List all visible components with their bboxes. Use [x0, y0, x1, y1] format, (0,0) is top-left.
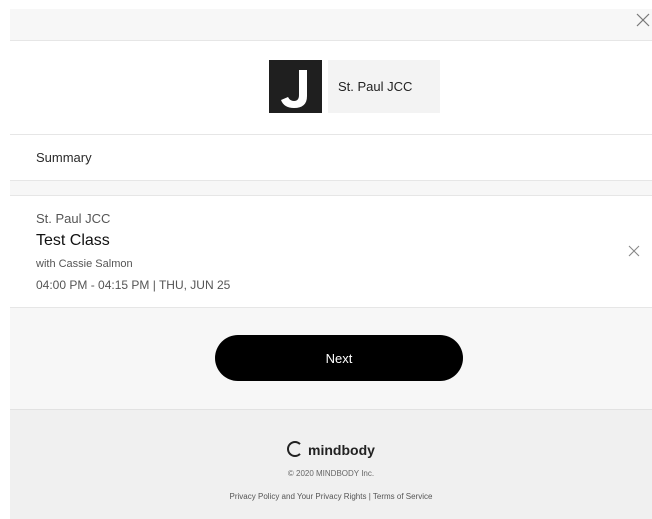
footer: mindbody © 2020 MINDBODY Inc. Privacy Po… — [10, 409, 652, 519]
class-name: Test Class — [36, 232, 110, 249]
logo-mark — [269, 60, 322, 113]
copyright: © 2020 MINDBODY Inc. — [287, 469, 375, 478]
class-time: 04:00 PM - 04:15 PM | THU, JUN 25 — [36, 278, 231, 292]
terms-of-service-link[interactable]: Terms of Service — [373, 492, 433, 501]
next-button[interactable]: Next — [215, 335, 463, 381]
studio-logo-area: St. Paul JCC — [10, 41, 652, 135]
j-logo-icon — [281, 70, 307, 108]
studio-logo: St. Paul JCC — [269, 60, 440, 113]
footer-links: Privacy Policy and Your Privacy Rights |… — [10, 492, 652, 501]
remove-class-icon[interactable] — [626, 243, 642, 259]
close-icon[interactable] — [634, 11, 652, 29]
summary-header: Summary — [10, 135, 652, 181]
mindbody-logo: mindbody — [10, 441, 652, 458]
close-icon-glyph — [636, 13, 650, 27]
studio-name: St. Paul JCC — [36, 211, 111, 226]
class-summary-card: St. Paul JCC Test Class with Cassie Salm… — [10, 196, 652, 308]
logo-text: St. Paul JCC — [328, 60, 440, 113]
mindbody-brand: mindbody — [308, 442, 375, 458]
top-bar — [10, 9, 652, 41]
summary-title: Summary — [36, 150, 92, 165]
action-area: Next — [10, 308, 652, 409]
teacher-name: with Cassie Salmon — [36, 258, 133, 270]
privacy-policy-link[interactable]: Privacy Policy and Your Privacy Rights — [230, 492, 367, 501]
close-icon — [628, 245, 640, 257]
section-divider — [10, 181, 652, 196]
mindbody-ring-icon — [287, 441, 304, 457]
